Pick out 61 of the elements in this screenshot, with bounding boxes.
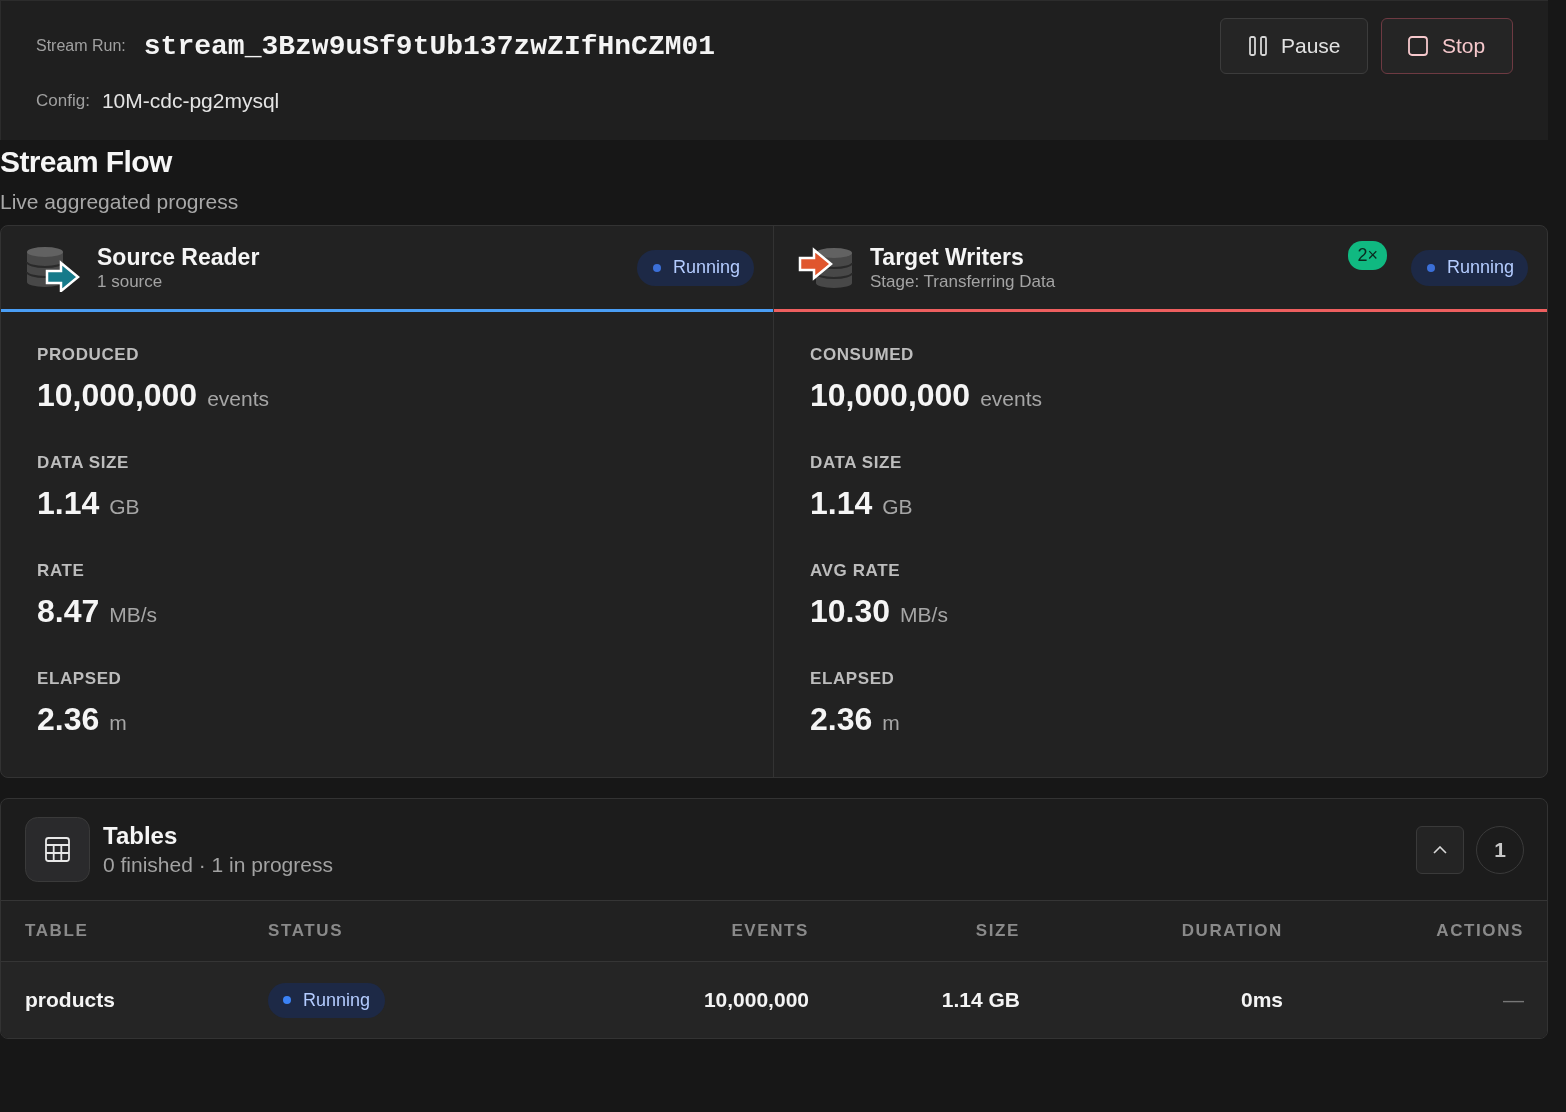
panel-title: Source Reader xyxy=(97,242,261,271)
status-label: Running xyxy=(303,989,371,1011)
multiplier-badge: 2× xyxy=(1348,241,1387,270)
metric-unit: MB/s xyxy=(109,602,158,628)
metric-unit: m xyxy=(109,710,127,736)
metric-unit: events xyxy=(207,386,270,412)
metric-value: 2.36 xyxy=(37,700,100,738)
metric-value: 10,000,000 xyxy=(810,376,971,414)
metric-value: 8.47 xyxy=(37,592,100,630)
stop-icon xyxy=(1408,36,1428,56)
column-header: SIZE xyxy=(975,921,1020,941)
metric-label: CONSUMED xyxy=(810,345,915,365)
metric-label: ELAPSED xyxy=(810,669,896,689)
metric-value: 10.30 xyxy=(810,592,891,630)
tables-title: Tables xyxy=(103,820,179,851)
table-icon xyxy=(25,817,90,882)
metric-unit: MB/s xyxy=(900,602,948,628)
table-cell: 0ms xyxy=(1240,988,1283,1012)
table-cell-text: products xyxy=(25,988,116,1012)
panel-subtitle: Stage: Transferring Data xyxy=(870,270,1057,293)
run-label: Stream Run: xyxy=(36,37,126,55)
metric-label: ELAPSED xyxy=(37,669,123,689)
metric-unit: events xyxy=(980,386,1043,412)
column-header: ACTIONS xyxy=(1436,921,1524,941)
status-dot-icon xyxy=(652,263,661,272)
column-header: TABLE xyxy=(25,921,90,941)
column-header: DURATION xyxy=(1181,921,1283,941)
metric-label: AVG RATE xyxy=(810,561,902,581)
tables-summary: 0 finished · 1 in progress xyxy=(103,851,334,878)
collapse-button[interactable] xyxy=(1416,825,1464,874)
metric-label: DATA SIZE xyxy=(37,453,130,473)
table-cell: — xyxy=(1503,988,1524,1012)
status-label: Running xyxy=(1446,257,1514,278)
metric-label: DATA SIZE xyxy=(810,453,903,473)
column-header: EVENTS xyxy=(731,921,809,941)
metric-unit: m xyxy=(882,710,900,736)
metric-label: PRODUCED xyxy=(37,345,141,365)
pause-icon xyxy=(1249,36,1267,56)
section-title: Stream Flow xyxy=(0,144,174,180)
column-header: STATUS xyxy=(268,921,345,941)
panel-subtitle: 1 source xyxy=(97,270,164,293)
metric-value: 2.36 xyxy=(810,700,873,738)
metric-value: 1.14 xyxy=(37,484,100,522)
config-value: 10M-cdc-pg2mysql xyxy=(101,89,280,113)
config-label: Config: xyxy=(36,91,90,111)
section-subtitle: Live aggregated progress xyxy=(0,189,240,215)
status-label: Running xyxy=(672,257,740,278)
metric-unit: GB xyxy=(109,494,140,520)
table-cell: 10,000,000 xyxy=(703,988,809,1012)
metric-value: 10,000,000 xyxy=(37,376,198,414)
metric-value: 1.14 xyxy=(810,484,873,522)
status-dot-icon xyxy=(1426,263,1435,272)
table-cell: 1.14 GB xyxy=(941,988,1020,1012)
panel-title: Target Writers xyxy=(870,242,1025,271)
metric-label: RATE xyxy=(37,561,86,581)
pause-button[interactable]: Pause xyxy=(1220,18,1368,74)
chevron-up-icon xyxy=(1433,845,1447,854)
run-id: stream_3Bzw9uSf9tUb137zwZIfHnCZM01 xyxy=(143,30,716,62)
status-dot-icon xyxy=(283,996,291,1004)
metric-unit: GB xyxy=(882,494,913,520)
stop-button[interactable]: Stop xyxy=(1381,18,1513,74)
